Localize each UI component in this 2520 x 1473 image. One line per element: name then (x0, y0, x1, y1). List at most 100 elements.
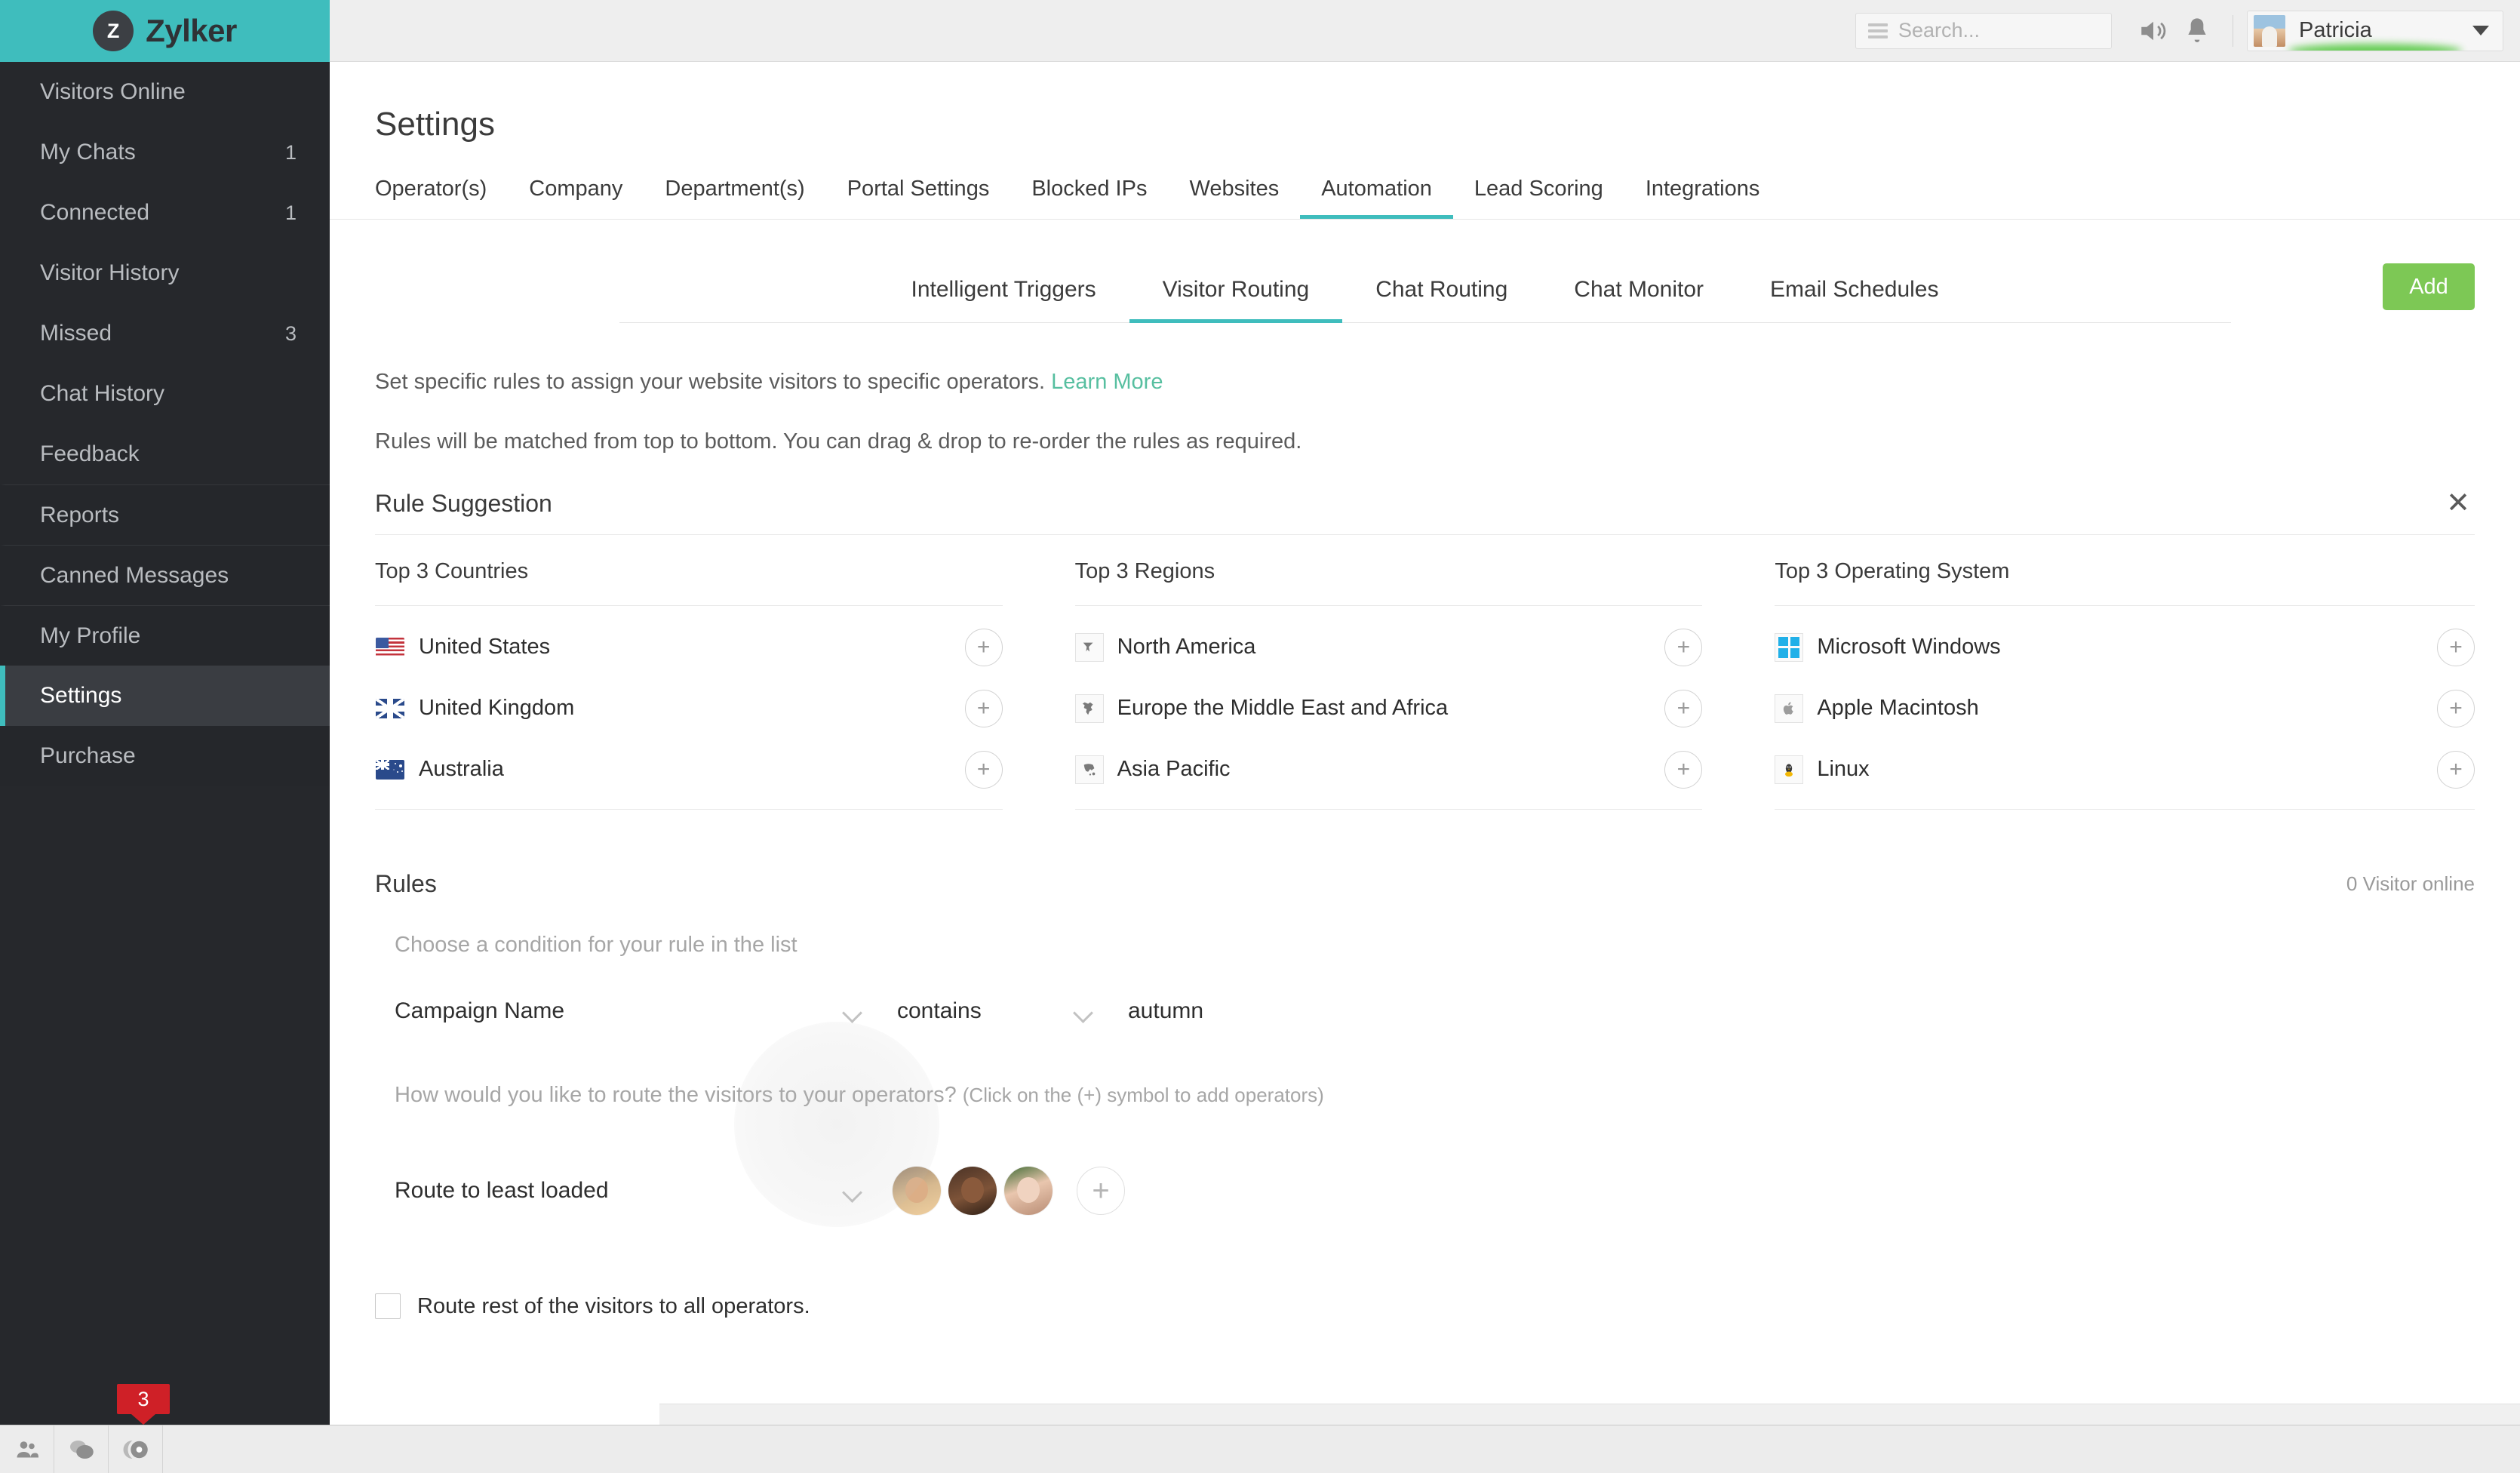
main-area: Search... Patricia Settings Operator(s) … (330, 0, 2520, 1473)
taskbar-monitor-button[interactable] (109, 1425, 163, 1473)
add-operator-button[interactable]: + (1077, 1167, 1125, 1215)
add-rule-button[interactable]: + (964, 628, 1003, 666)
subtab-chat-monitor[interactable]: Chat Monitor (1541, 277, 1737, 323)
chevron-down-icon[interactable] (1074, 1006, 1093, 1016)
sidebar-item-purchase[interactable]: Purchase (0, 726, 330, 786)
chevron-down-icon[interactable] (843, 1006, 862, 1016)
suggestion-list: North America + Europe the Middle East a… (1074, 606, 1703, 810)
user-name: Patricia (2299, 18, 2372, 42)
menu-icon[interactable] (1868, 23, 1888, 38)
tab-operators[interactable]: Operator(s) (375, 177, 508, 219)
tab-websites[interactable]: Websites (1168, 177, 1300, 219)
rule-suggestion-title: Rule Suggestion (375, 489, 552, 517)
sidebar-item-canned-messages[interactable]: Canned Messages (0, 545, 330, 605)
add-rule-button[interactable]: + (1664, 628, 1703, 666)
description-block: Set specific rules to assign your websit… (330, 323, 2520, 454)
apple-icon (1775, 693, 1804, 723)
suggestion-column-regions: Top 3 Regions North America + Europe the… (1074, 535, 1775, 810)
page-title: Settings (375, 106, 495, 143)
suggestion-list: United States + United Kingdom + Austral… (375, 606, 1003, 810)
operator-avatar-3[interactable] (1004, 1167, 1053, 1215)
subtab-chat-routing[interactable]: Chat Routing (1342, 277, 1541, 323)
route-rest-checkbox-row: Route rest of the visitors to all operat… (330, 1293, 2520, 1319)
tab-company[interactable]: Company (508, 177, 644, 219)
route-mode-select[interactable]: Route to least loaded (395, 1178, 862, 1204)
sidebar-item-label: Feedback (40, 441, 140, 466)
add-button[interactable]: Add (2383, 263, 2475, 310)
subtab-visitor-routing[interactable]: Visitor Routing (1129, 277, 1343, 323)
description-text: Set specific rules to assign your websit… (375, 370, 1046, 394)
search-input[interactable]: Search... (1855, 12, 2112, 49)
bell-icon[interactable] (2175, 9, 2219, 53)
sidebar-item-missed[interactable]: Missed 3 (0, 303, 330, 364)
speaker-icon[interactable] (2131, 9, 2175, 53)
windows-icon (1775, 632, 1804, 662)
condition-operator-value: contains (897, 998, 982, 1023)
tab-lead-scoring[interactable]: Lead Scoring (1453, 177, 1624, 219)
sidebar-item-label: Reports (40, 502, 120, 527)
add-rule-button[interactable]: + (2437, 628, 2475, 666)
app-root: Z Zylker Visitors Online My Chats 1 Conn… (0, 0, 2520, 1473)
sidebar-item-my-chats[interactable]: My Chats 1 (0, 122, 330, 183)
condition-field-select[interactable]: Campaign Name (395, 998, 862, 1024)
bottom-strip (659, 1404, 2520, 1425)
suggestion-label: Australia (419, 757, 504, 781)
suggestion-row: Europe the Middle East and Africa + (1074, 678, 1703, 739)
condition-value-input[interactable]: autumn (1128, 998, 1203, 1024)
subtab-email-schedules[interactable]: Email Schedules (1737, 277, 1971, 323)
tab-blocked-ips[interactable]: Blocked IPs (1010, 177, 1168, 219)
sidebar-item-badge: 1 (284, 201, 297, 224)
learn-more-link[interactable]: Learn More (1051, 370, 1163, 394)
tab-automation[interactable]: Automation (1300, 177, 1453, 219)
suggestion-row: Australia + (375, 739, 1003, 800)
sidebar-item-chat-history[interactable]: Chat History (0, 364, 330, 424)
sidebar-item-visitor-history[interactable]: Visitor History (0, 243, 330, 303)
add-rule-button[interactable]: + (964, 689, 1003, 727)
operator-avatar-1[interactable] (893, 1167, 941, 1215)
condition-hint: Choose a condition for your rule in the … (395, 933, 797, 957)
suggestion-column-operating-systems: Top 3 Operating System Microsoft Windows… (1775, 535, 2475, 810)
sidebar-item-connected[interactable]: Connected 1 (0, 183, 330, 243)
topbar: Search... Patricia (330, 0, 2520, 62)
sidebar-item-label: Visitor History (40, 260, 180, 285)
sidebar-item-reports[interactable]: Reports (0, 484, 330, 545)
tab-integrations[interactable]: Integrations (1624, 177, 1781, 219)
taskbar-visitors-button[interactable] (0, 1425, 54, 1473)
add-rule-button[interactable]: + (1664, 750, 1703, 789)
sidebar-item-settings[interactable]: Settings (0, 666, 330, 726)
taskbar-badge-count: 3 (117, 1384, 170, 1414)
chats-icon (69, 1440, 94, 1459)
brand-header: Z Zylker (0, 0, 330, 62)
taskbar-chats-button[interactable] (54, 1425, 109, 1473)
tab-portal-settings[interactable]: Portal Settings (826, 177, 1011, 219)
operator-avatar-2[interactable] (948, 1167, 997, 1215)
route-rest-label: Route rest of the visitors to all operat… (417, 1293, 810, 1318)
subtab-intelligent-triggers[interactable]: Intelligent Triggers (878, 277, 1129, 323)
sidebar-item-visitors-online[interactable]: Visitors Online (0, 62, 330, 122)
route-rest-checkbox[interactable] (375, 1293, 401, 1319)
user-menu[interactable]: Patricia (2247, 10, 2503, 51)
description-line-1: Set specific rules to assign your websit… (375, 370, 2520, 395)
add-rule-button[interactable]: + (2437, 750, 2475, 789)
add-rule-button[interactable]: + (2437, 689, 2475, 727)
condition-field-value: Campaign Name (395, 998, 565, 1023)
tab-departments[interactable]: Department(s) (644, 177, 825, 219)
sidebar-item-my-profile[interactable]: My Profile (0, 605, 330, 666)
condition-operator-select[interactable]: contains (897, 998, 1093, 1024)
sidebar-item-feedback[interactable]: Feedback (0, 424, 330, 484)
chevron-down-icon[interactable] (843, 1185, 862, 1196)
route-hint-main: How would you like to route the visitors… (395, 1083, 957, 1107)
sidebar-item-label: Chat History (40, 381, 165, 406)
flag-us-icon (375, 636, 405, 659)
add-rule-button[interactable]: + (964, 750, 1003, 789)
add-rule-button[interactable]: + (1664, 689, 1703, 727)
chevron-down-icon[interactable] (2472, 26, 2489, 35)
suggestion-label: North America (1117, 635, 1256, 659)
sidebar-nav: Visitors Online My Chats 1 Connected 1 V… (0, 62, 330, 1473)
close-icon[interactable]: ✕ (2442, 489, 2475, 518)
sidebar-item-label: Missed (40, 321, 112, 346)
sidebar-item-badge: 1 (284, 140, 297, 164)
route-mode-value: Route to least loaded (395, 1178, 609, 1203)
sidebar-item-label: Connected (40, 200, 150, 225)
rules-header: Rules 0 Visitor online (375, 870, 2475, 898)
